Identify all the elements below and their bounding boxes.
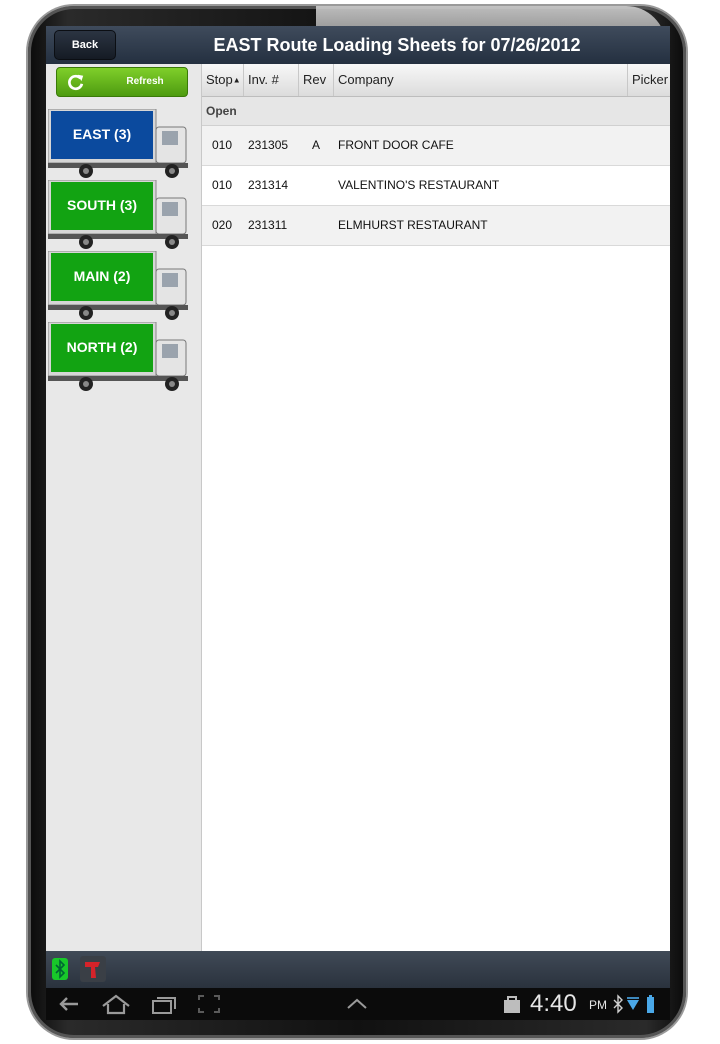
cell-stop: 010 (212, 178, 233, 192)
route-sidebar: Refresh EAST (3) SOUTH (3) MAIN (2) NORT… (46, 64, 202, 951)
chevron-up-icon[interactable] (344, 992, 370, 1016)
route-label-east: EAST (3) (72, 125, 132, 142)
cell-stop: 020 (212, 218, 233, 232)
clock-ampm: PM (589, 998, 607, 1012)
back-nav-icon[interactable] (56, 992, 82, 1016)
bluetooth-status-icon[interactable] (52, 958, 68, 980)
column-label: Stop (206, 72, 233, 87)
refresh-icon (68, 74, 84, 91)
route-button-main[interactable]: MAIN (2) (48, 251, 193, 321)
home-nav-icon[interactable] (100, 992, 132, 1016)
column-header-stop[interactable]: Stop▲ (202, 64, 244, 96)
store-icon (504, 996, 520, 1013)
page-title: EAST Route Loading Sheets for 07/26/2012 (213, 35, 581, 55)
cell-company: FRONT DOOR CAFE (338, 138, 454, 152)
app-status-strip (46, 951, 670, 988)
loading-sheet-table: Stop▲ Inv. # Rev Company Picker Open 010… (202, 64, 670, 951)
route-label-main: MAIN (2) (73, 267, 131, 284)
screenshot-icon[interactable] (196, 992, 222, 1016)
cell-company: ELMHURST RESTAURANT (338, 218, 488, 232)
title-bar: Back EAST Route Loading Sheets for 07/26… (46, 26, 670, 64)
table-row[interactable]: 010 231314 VALENTINO'S RESTAURANT (202, 166, 670, 206)
column-header-invoice[interactable]: Inv. # (244, 64, 299, 96)
recent-apps-icon[interactable] (150, 992, 178, 1016)
route-button-east[interactable]: EAST (3) (48, 109, 193, 179)
battery-icon (647, 995, 654, 1013)
android-nav-bar: 4:40 PM (46, 988, 670, 1020)
cell-rev: A (312, 138, 321, 152)
group-header-open: Open (202, 97, 670, 126)
route-label-south: SOUTH (3) (67, 196, 137, 213)
bluetooth-icon (613, 994, 623, 1014)
cell-invoice: 231305 (248, 138, 289, 152)
back-button[interactable]: Back (54, 30, 116, 60)
refresh-label: Refresh (126, 76, 164, 87)
wifi-icon (627, 997, 639, 1010)
cell-invoice: 231314 (248, 178, 289, 192)
table-header: Stop▲ Inv. # Rev Company Picker (202, 64, 670, 97)
route-label-north: NORTH (2) (66, 338, 138, 355)
table-row[interactable]: 020 231311 ELMHURST RESTAURANT (202, 206, 670, 246)
scanner-icon[interactable] (80, 956, 106, 982)
clock-time: 4:40 (530, 990, 577, 1017)
sort-ascending-icon: ▲ (232, 75, 241, 85)
route-button-north[interactable]: NORTH (2) (48, 322, 193, 392)
column-header-picker[interactable]: Picker (628, 64, 670, 96)
cell-company: VALENTINO'S RESTAURANT (338, 178, 500, 192)
column-header-company[interactable]: Company (334, 64, 628, 96)
app-screen: Back EAST Route Loading Sheets for 07/26… (46, 26, 670, 1020)
cell-stop: 010 (212, 138, 233, 152)
column-header-rev[interactable]: Rev (299, 64, 334, 96)
refresh-button[interactable]: Refresh (56, 67, 188, 97)
route-button-south[interactable]: SOUTH (3) (48, 180, 193, 250)
cell-invoice: 231311 (248, 218, 288, 232)
table-row[interactable]: 010 231305 A FRONT DOOR CAFE (202, 126, 670, 166)
